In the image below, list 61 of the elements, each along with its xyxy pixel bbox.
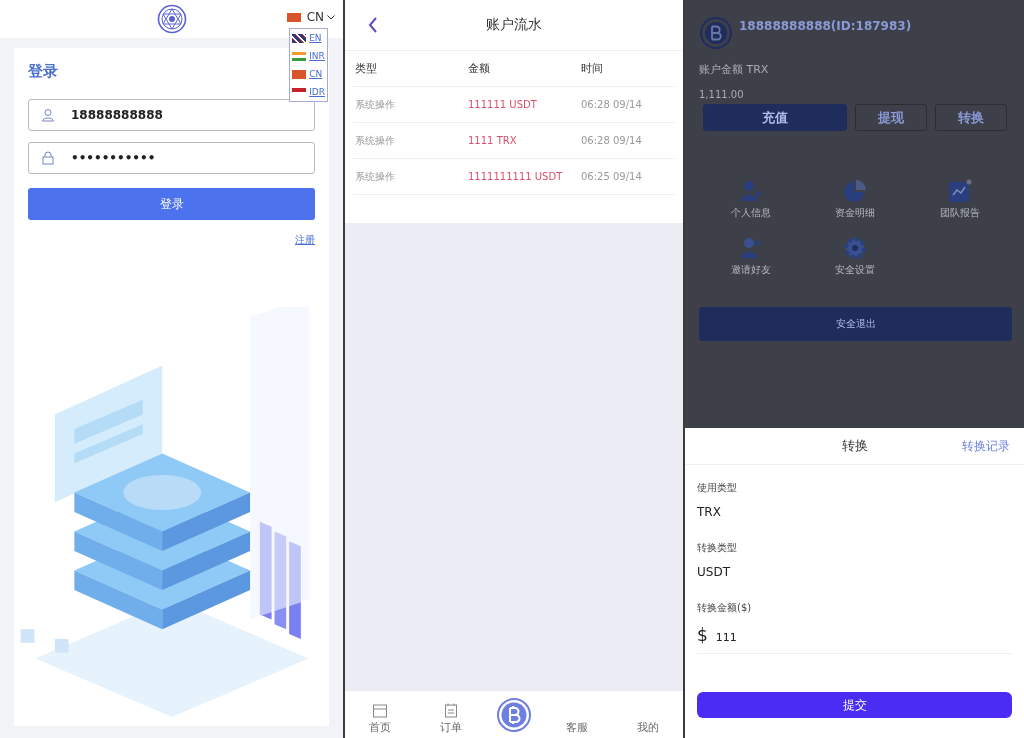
bitcoin-icon[interactable] (495, 697, 532, 733)
table-cell-text: 系统操作 (355, 133, 396, 148)
password-field[interactable]: ••••••••••• (28, 142, 315, 174)
user-id: 18888888888(ID:187983) (739, 19, 912, 33)
table-cell-text: 111111 USDT (468, 99, 538, 110)
column-header: 类型 (355, 61, 378, 76)
pie-chart-icon (843, 179, 868, 203)
chevron-down-icon (327, 14, 335, 20)
table-cell-text: 06:25 09/14 (581, 171, 643, 182)
language-option[interactable]: CN (292, 66, 325, 82)
table-cell-text: 系统操作 (355, 97, 396, 112)
add-user-icon (739, 236, 764, 260)
language-option[interactable]: EN (292, 30, 325, 46)
logout-button[interactable]: 安全退出 (699, 307, 1012, 341)
menu-item[interactable]: 个人信息 (699, 179, 804, 220)
back-icon[interactable] (368, 17, 378, 33)
amount-field[interactable]: $ 111 (697, 625, 1012, 654)
table-cell-text: 系统操作 (355, 169, 396, 184)
language-selector[interactable]: CN (286, 10, 335, 24)
column-header: 金额 (468, 61, 491, 76)
submit-button[interactable]: 提交 (697, 692, 1012, 718)
user-icon (41, 108, 55, 122)
bitcoin-avatar-icon (699, 16, 733, 50)
menu-item[interactable]: 安全设置 (803, 236, 908, 277)
table-cell-text: 06:28 09/14 (581, 135, 643, 146)
chart-icon (947, 179, 972, 203)
nav-tab[interactable]: 首页 (355, 704, 406, 735)
column-header: 时间 (581, 61, 604, 76)
store-icon (372, 704, 389, 718)
field-value: USDT (697, 565, 730, 579)
field-value: TRX (697, 505, 721, 519)
sheet-title: 转换 (841, 437, 868, 455)
menu-item[interactable]: 资金明细 (803, 179, 908, 220)
balance-label: 账户金额 TRX (699, 62, 770, 77)
clipboard-icon (443, 703, 458, 718)
language-option[interactable]: INR (292, 48, 325, 64)
page-title: 账户流水 (486, 16, 542, 34)
action-button[interactable]: 提现 (855, 104, 927, 131)
records-link[interactable]: 转换记录 (962, 437, 1010, 455)
nav-tab[interactable]: 订单 (425, 703, 476, 735)
table-cell-text: 06:28 09/14 (581, 99, 643, 110)
table-cell-text: 1111 TRX (468, 135, 518, 146)
lock-icon (41, 151, 55, 165)
login-title: 登录 (28, 62, 58, 81)
login-button[interactable]: 登录 (28, 188, 315, 220)
action-button[interactable]: 转换 (935, 104, 1007, 131)
action-button[interactable]: 充值 (703, 104, 847, 131)
register-link[interactable]: 注册 (295, 233, 315, 247)
table-cell-text: 1111111111 USDT (468, 171, 564, 182)
language-option[interactable]: IDR (292, 84, 325, 100)
field-label: 使用类型 (697, 481, 737, 495)
menu-item[interactable]: 邀请好友 (699, 236, 804, 277)
phone-field[interactable]: 18888888888 (28, 99, 315, 131)
nav-tab[interactable]: 我的 (622, 703, 673, 735)
gear-icon (843, 236, 868, 260)
menu-item[interactable]: 团队报告 (907, 179, 1012, 220)
nav-tab[interactable]: 客服 (552, 703, 603, 735)
balance-amount: 1,111.00 (699, 89, 745, 100)
field-label: 转换类型 (697, 541, 737, 555)
field-label: 转换金额($) (697, 601, 752, 615)
emblem-logo-icon (156, 4, 187, 34)
